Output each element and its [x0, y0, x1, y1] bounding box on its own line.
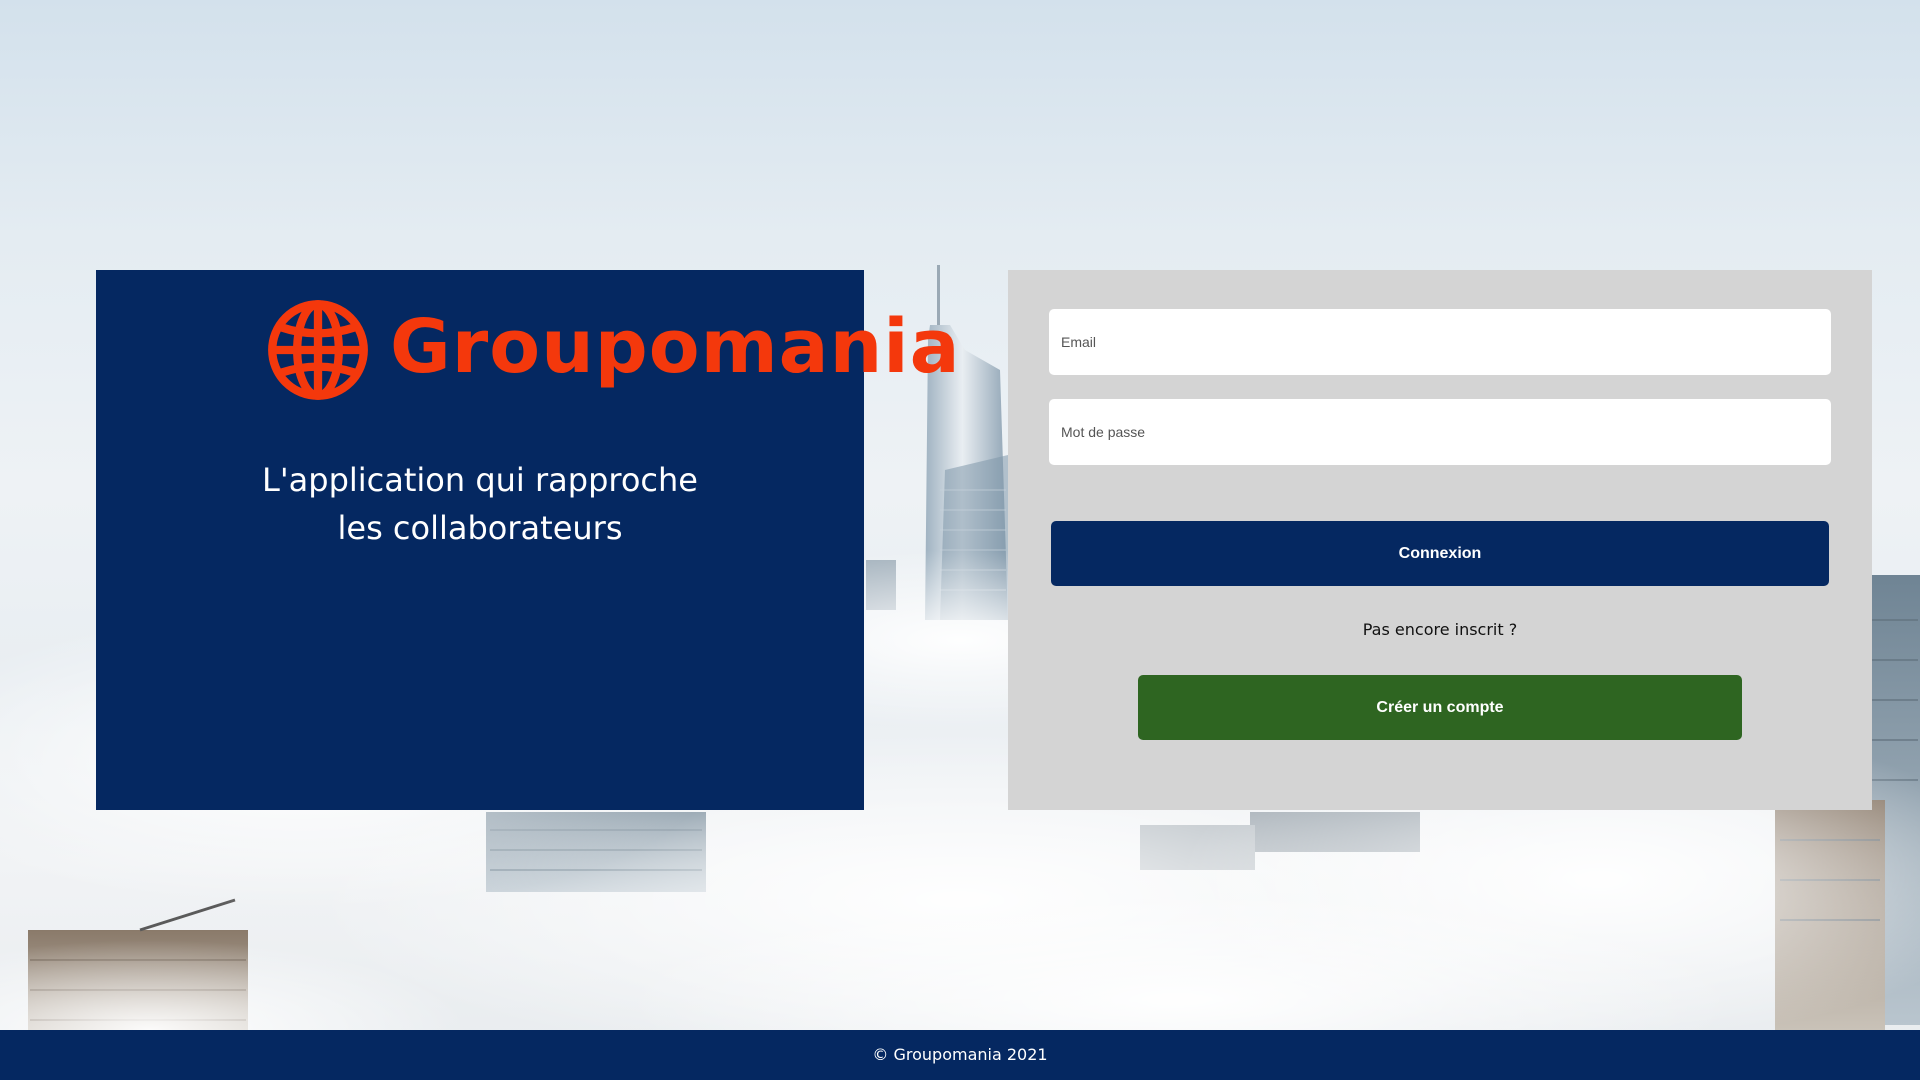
footer: © Groupomania 2021 [0, 1030, 1920, 1080]
globe-icon [268, 300, 368, 400]
password-field[interactable] [1049, 399, 1831, 465]
not-registered-text: Pas encore inscrit ? [1362, 620, 1518, 639]
create-account-button[interactable]: Créer un compte [1138, 675, 1742, 740]
brand-name: Groupomania [390, 304, 961, 390]
brand-panel: Groupomania L'application qui rapproche … [96, 270, 960, 810]
login-form: Connexion Pas encore inscrit ? Créer un … [1008, 270, 1872, 810]
brand-tagline: L'application qui rapproche les collabor… [262, 461, 698, 547]
brand-logo: Groupomania [266, 298, 961, 402]
login-button[interactable]: Connexion [1051, 521, 1829, 586]
email-field[interactable] [1049, 309, 1831, 375]
footer-copyright: © Groupomania 2021 [872, 1045, 1048, 1064]
login-page: Groupomania L'application qui rapproche … [0, 0, 1920, 1080]
